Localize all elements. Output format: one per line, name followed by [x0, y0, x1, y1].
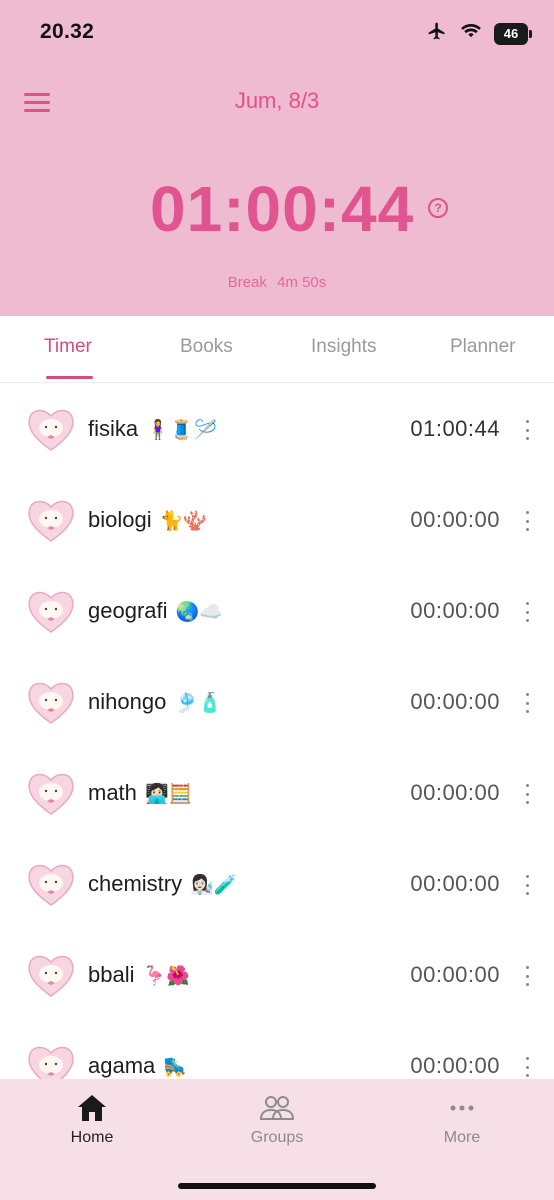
subject-avatar-icon	[28, 500, 74, 542]
subject-avatar-icon	[28, 591, 74, 633]
subject-avatar-icon	[28, 682, 74, 724]
break-value: 4m 50s	[277, 274, 327, 291]
subject-time: 00:00:00	[410, 689, 500, 714]
bottom-nav: Home Groups More	[0, 1079, 554, 1200]
home-indicator	[178, 1183, 376, 1189]
more-options-icon[interactable]	[522, 602, 532, 622]
battery-level: 46	[503, 26, 519, 41]
status-time: 20.32	[40, 20, 95, 43]
subject-time: 00:00:00	[410, 598, 500, 623]
subject-time: 00:00:00	[410, 780, 500, 805]
subject-name: chemistry 👩🏻‍🔬🧪	[88, 871, 238, 896]
subject-row-math[interactable]: math 👩🏻‍💻🧮 00:00:00	[0, 748, 554, 839]
subject-name: math 👩🏻‍💻🧮	[88, 780, 193, 805]
subject-list: fisika 🧍‍♀️🧵🪡 01:00:44 biologi 🐈🪸 00:00:…	[0, 384, 554, 1079]
subject-time: 01:00:44	[410, 416, 500, 441]
tab-books[interactable]: Books	[180, 336, 233, 358]
home-icon	[32, 1091, 152, 1125]
subject-row-agama[interactable]: agama 🛼 00:00:00	[0, 1021, 554, 1079]
subject-name: biologi 🐈🪸	[88, 507, 208, 532]
subject-time: 00:00:00	[410, 871, 500, 896]
more-options-icon[interactable]	[522, 693, 532, 713]
subject-name: fisika 🧍‍♀️🧵🪡	[88, 416, 218, 441]
nav-home[interactable]: Home	[32, 1091, 152, 1147]
tab-timer[interactable]: Timer	[44, 336, 92, 358]
subject-row-nihongo[interactable]: nihongo 🎐🧴 00:00:00	[0, 657, 554, 748]
subject-name: bbali 🦩🌺	[88, 962, 190, 987]
subject-avatar-icon	[28, 955, 74, 997]
nav-groups[interactable]: Groups	[217, 1091, 337, 1147]
subject-avatar-icon	[28, 409, 74, 451]
more-options-icon[interactable]	[522, 875, 532, 895]
nav-groups-label: Groups	[250, 1129, 304, 1146]
help-icon[interactable]: ?	[428, 198, 448, 218]
battery-icon: 46	[494, 22, 532, 45]
subject-row-bbali[interactable]: bbali 🦩🌺 00:00:00	[0, 930, 554, 1021]
more-options-icon[interactable]	[522, 420, 532, 440]
subject-row-biologi[interactable]: biologi 🐈🪸 00:00:00	[0, 475, 554, 566]
subject-avatar-icon	[28, 864, 74, 906]
wifi-icon	[460, 22, 482, 45]
tab-insights[interactable]: Insights	[311, 336, 376, 358]
tab-planner[interactable]: Planner	[450, 336, 516, 358]
header: 20.32 46 Jum, 8/3 01:00:44 ? Break 4m 50…	[0, 0, 554, 316]
main-timer: 01:00:44	[150, 173, 415, 245]
subject-name: agama 🛼	[88, 1053, 188, 1078]
subject-row-geografi[interactable]: geografi 🌏☁️ 00:00:00	[0, 566, 554, 657]
subject-time: 00:00:00	[410, 962, 500, 987]
tab-bar: Timer Books Insights Planner	[0, 316, 554, 383]
more-options-icon[interactable]	[522, 1057, 532, 1077]
more-options-icon[interactable]	[522, 966, 532, 986]
subject-name: geografi 🌏☁️	[88, 598, 223, 623]
more-options-icon[interactable]	[522, 511, 532, 531]
subject-avatar-icon	[28, 1046, 74, 1079]
subject-time: 00:00:00	[410, 1053, 500, 1078]
subject-name: nihongo 🎐🧴	[88, 689, 222, 714]
airplane-icon	[426, 21, 448, 46]
subject-avatar-icon	[28, 773, 74, 815]
more-icon	[402, 1091, 522, 1125]
subject-row-chemistry[interactable]: chemistry 👩🏻‍🔬🧪 00:00:00	[0, 839, 554, 930]
nav-more[interactable]: More	[402, 1091, 522, 1147]
header-date: Jum, 8/3	[234, 88, 320, 113]
break-info: Break 4m 50s	[0, 274, 554, 291]
groups-icon	[217, 1091, 337, 1125]
nav-more-label: More	[443, 1129, 481, 1146]
subject-time: 00:00:00	[410, 507, 500, 532]
break-label: Break	[227, 274, 267, 291]
more-options-icon[interactable]	[522, 784, 532, 804]
active-tab-indicator	[46, 376, 93, 379]
status-icons: 46	[426, 21, 532, 46]
subject-row-fisika[interactable]: fisika 🧍‍♀️🧵🪡 01:00:44	[0, 384, 554, 475]
nav-home-label: Home	[70, 1129, 114, 1146]
